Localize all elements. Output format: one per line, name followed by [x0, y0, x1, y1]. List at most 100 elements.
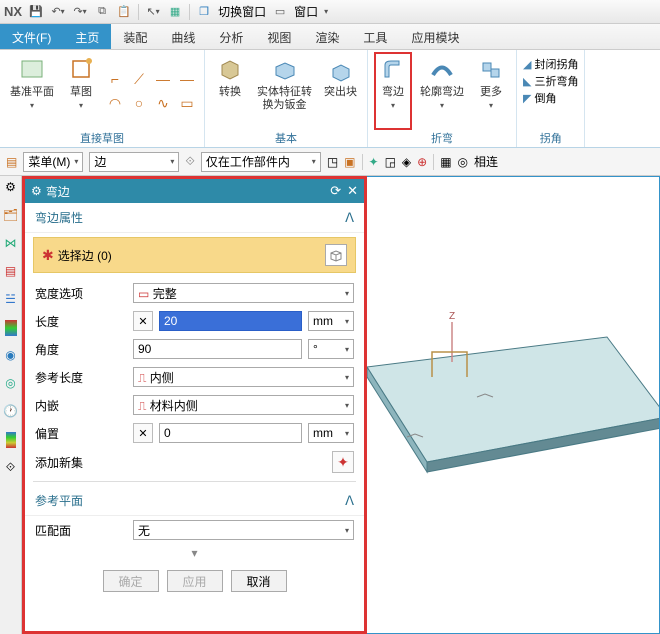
selection-toolbar: ▤ 菜单(M)▾ 边▾ ⟐ 仅在工作部件内▾ ◳ ▣ ✦ ◲ ◈ ⊕ ▦ ◎ 相…	[0, 148, 660, 176]
selection-scope-combo[interactable]: 边▾	[89, 152, 179, 172]
menu-curve[interactable]: 曲线	[159, 24, 207, 49]
sheet-icon[interactable]: ▤	[3, 264, 19, 280]
windows-icon[interactable]: ❐	[196, 4, 212, 20]
dialog-gear-icon[interactable]: ⚙	[31, 184, 42, 198]
width-option-dropdown[interactable]: ▭ 完整▾	[133, 283, 354, 303]
ribbon: 基准平面▾ 草图▾ ⌐⟋—— ◠○∿▭ 直接草图 转换 实体特征转	[0, 50, 660, 148]
vol-icon[interactable]: ◎	[3, 376, 19, 392]
sel-ic8[interactable]: ◎	[458, 155, 468, 169]
menu-file[interactable]: 文件(F)	[0, 24, 63, 49]
save-icon[interactable]: 💾	[28, 4, 44, 20]
chamfer-button[interactable]: ◤倒角	[523, 90, 578, 106]
closed-corner-button[interactable]: ◢封闭拐角	[523, 56, 578, 72]
sel-ic4[interactable]: ◲	[385, 155, 396, 169]
three-bend-corner-button[interactable]: ◣三折弯角	[523, 73, 578, 89]
filter-icon[interactable]: ⟐	[185, 154, 194, 169]
match-face-dropdown[interactable]: 无▾	[133, 520, 354, 540]
gear-icon[interactable]: ⚙	[3, 180, 19, 196]
link-icon[interactable]: ⋈	[3, 236, 19, 252]
menu-assembly[interactable]: 装配	[111, 24, 159, 49]
ok-button[interactable]: 确定	[103, 570, 159, 592]
length-unit-dropdown[interactable]: mm▾	[308, 311, 354, 331]
offset-input[interactable]	[159, 423, 302, 443]
sketch-button[interactable]: 草图▾	[62, 52, 100, 130]
sel-ic6[interactable]: ⊕	[417, 155, 427, 169]
inset-dropdown[interactable]: ⎍ 材料内侧▾	[133, 395, 354, 415]
app-name: NX	[4, 4, 22, 19]
menu-app-module[interactable]: 应用模块	[399, 24, 471, 49]
menu-home[interactable]: 主页	[63, 24, 111, 49]
switch-window-label[interactable]: 切换窗口	[218, 3, 266, 20]
clock-icon[interactable]: 🕐	[3, 404, 19, 420]
sel-ic3[interactable]: ✦	[369, 155, 379, 169]
length-input[interactable]	[159, 311, 302, 331]
solid-feature-to-sheet-button[interactable]: 实体特征转 换为钣金	[253, 52, 316, 130]
contour-bend-button[interactable]: 轮廓弯边▾	[416, 52, 468, 130]
dialog-reset-icon[interactable]: ⟳	[330, 183, 341, 199]
select-edge-label: 选择边 (0)	[58, 249, 112, 263]
inset-label: 内嵌	[35, 397, 127, 414]
sel-ic2[interactable]: ▣	[344, 155, 355, 169]
neighbor-label[interactable]: 相连	[474, 153, 498, 170]
redo-icon[interactable]: ↷▾	[72, 4, 88, 20]
3d-viewport[interactable]: Z	[367, 176, 660, 634]
radio-icon[interactable]: ◉	[3, 348, 19, 364]
section-refplane-header[interactable]: 参考平面ᐱ	[25, 486, 364, 516]
part-nav-icon[interactable]: 🗂	[3, 208, 19, 224]
sel-ic5[interactable]: ◈	[402, 155, 411, 169]
convert-button[interactable]: 转换	[211, 52, 249, 130]
cancel-button[interactable]: 取消	[231, 570, 287, 592]
group-bend-label: 折弯	[431, 130, 453, 146]
menu-view[interactable]: 视图	[255, 24, 303, 49]
book-icon[interactable]	[5, 320, 17, 336]
window-icon[interactable]: ▭	[272, 4, 288, 20]
offset-measure-icon[interactable]: ✕	[133, 423, 153, 443]
paste-icon[interactable]: 📋	[116, 4, 132, 20]
dialog-title-text: 弯边	[46, 183, 70, 200]
window-menu-label[interactable]: 窗口	[294, 3, 318, 20]
width-option-label: 宽度选项	[35, 285, 127, 302]
expand-more-icon[interactable]: ▾	[25, 544, 364, 562]
bend-edge-dialog: ⚙弯边 ⟳✕ 弯边属性ᐱ ✱选择边 (0) 宽度选项 ▭ 完整▾ 长度 ✕ mm…	[22, 176, 367, 634]
extrude-button[interactable]: 突出块	[320, 52, 361, 130]
select-edge-row[interactable]: ✱ 选择边 (0)	[33, 237, 356, 273]
apply-button[interactable]: 应用	[167, 570, 223, 592]
profile-icon: ⌐	[104, 68, 126, 90]
section-props-header[interactable]: 弯边属性ᐱ	[25, 203, 364, 233]
sel-ic1[interactable]: ◳	[327, 155, 338, 169]
menu-analysis[interactable]: 分析	[207, 24, 255, 49]
offset-unit-dropdown[interactable]: mm▾	[308, 423, 354, 443]
more-icon[interactable]: ⟐	[3, 460, 19, 476]
menu-render[interactable]: 渲染	[303, 24, 351, 49]
line-icon: ⟋	[128, 68, 150, 90]
add-set-button[interactable]: ✦	[332, 451, 354, 473]
sel-ic7[interactable]: ▦	[440, 155, 451, 169]
touch-icon[interactable]: ↖▾	[145, 4, 161, 20]
match-face-label: 匹配面	[35, 522, 127, 539]
menu-icon[interactable]: ▤	[6, 155, 17, 169]
ref-length-label: 参考长度	[35, 369, 127, 386]
arc-icon: ◠	[104, 92, 126, 114]
dialog-close-icon[interactable]: ✕	[347, 183, 358, 199]
ref-length-dropdown[interactable]: ⎍ 内侧▾	[133, 367, 354, 387]
selection-workpart-combo[interactable]: 仅在工作部件内▾	[201, 152, 321, 172]
copy-icon[interactable]: ⧉	[94, 4, 110, 20]
dialog-titlebar: ⚙ 弯边 ⟳ ✕	[25, 179, 364, 203]
sketch-tools-grid[interactable]: ⌐⟋—— ◠○∿▭	[104, 68, 198, 114]
angle-unit-dropdown[interactable]: °▾	[308, 339, 354, 359]
grid-icon[interactable]: ▦	[167, 4, 183, 20]
length-measure-icon[interactable]: ✕	[133, 311, 153, 331]
menu-bar: 文件(F) 主页 装配 曲线 分析 视图 渲染 工具 应用模块	[0, 24, 660, 50]
menu-tool[interactable]: 工具	[351, 24, 399, 49]
selection-menu-combo[interactable]: 菜单(M)▾	[23, 152, 83, 172]
base-plane-button[interactable]: 基准平面▾	[6, 52, 58, 130]
layer-icon[interactable]: ☱	[3, 292, 19, 308]
palette-icon[interactable]	[6, 432, 16, 448]
chevron-up-icon: ᐱ	[345, 210, 354, 226]
angle-input[interactable]	[133, 339, 302, 359]
undo-icon[interactable]: ↶▾	[50, 4, 66, 20]
bend-edge-button[interactable]: 弯边▾	[374, 52, 412, 130]
select-edge-icon[interactable]	[325, 244, 347, 266]
more-bend-button[interactable]: 更多▾	[472, 52, 510, 130]
required-star-icon: ✱	[42, 247, 54, 263]
